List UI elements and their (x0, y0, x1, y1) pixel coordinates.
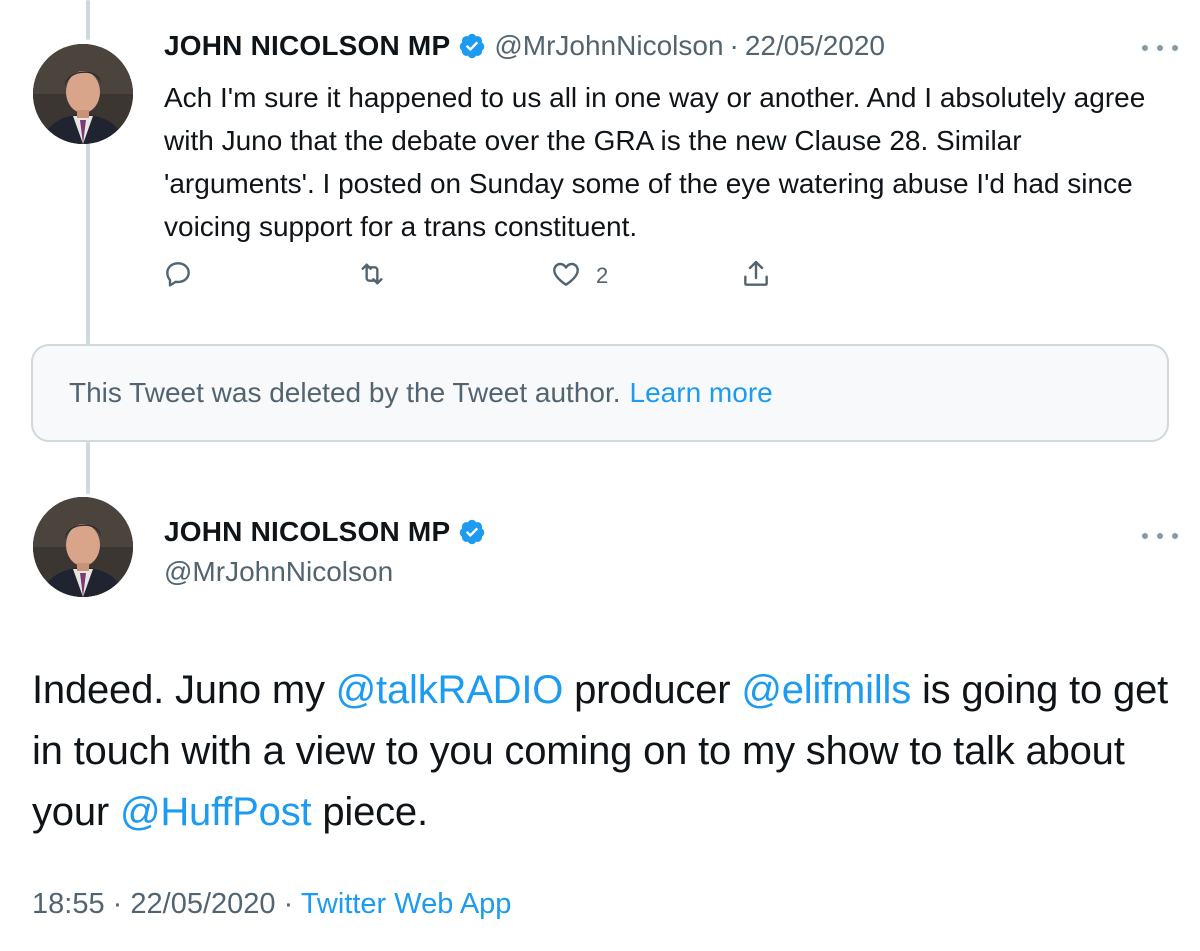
tweet-text: Indeed. Juno my @talkRADIO producer @eli… (32, 660, 1182, 843)
avatar[interactable] (33, 44, 133, 144)
author-name[interactable]: JOHN NICOLSON MP (164, 30, 450, 62)
text-segment: producer (563, 668, 742, 712)
reply-icon (166, 262, 190, 287)
tweet-text: Ach I'm sure it happened to us all in on… (164, 82, 1146, 242)
retweet-button[interactable] (356, 258, 388, 290)
learn-more-link[interactable]: Learn more (630, 377, 773, 409)
tweet-actions: 2 (0, 258, 1200, 298)
mention-link[interactable]: @HuffPost (120, 790, 312, 834)
separator: · (283, 888, 294, 920)
thread-line (86, 0, 90, 40)
more-icon[interactable] (1142, 40, 1178, 56)
author-handle[interactable]: @MrJohnNicolson (494, 30, 723, 62)
separator: · (729, 30, 739, 61)
verified-badge-icon (460, 33, 485, 59)
author-name[interactable]: JOHN NICOLSON MP (164, 516, 450, 548)
thread-line (86, 140, 90, 345)
deleted-message: This Tweet was deleted by the Tweet auth… (69, 377, 621, 408)
retweet-icon (361, 263, 383, 285)
verified-badge-icon (460, 519, 485, 545)
tweet-date[interactable]: 22/05/2020 (745, 30, 885, 62)
deleted-tweet-notice: This Tweet was deleted by the Tweet auth… (31, 344, 1169, 442)
source-app-link[interactable]: Twitter Web App (301, 888, 512, 920)
tweet-meta: 18:55 · 22/05/2020 · Twitter Web App (32, 888, 511, 921)
share-icon (744, 260, 768, 286)
more-icon[interactable] (1142, 528, 1178, 544)
avatar[interactable] (33, 497, 133, 597)
share-button[interactable] (740, 258, 772, 290)
like-icon (553, 262, 579, 286)
mention-link[interactable]: @elifmills (741, 668, 911, 712)
tweet-date[interactable]: 22/05/2020 (130, 888, 275, 920)
text-segment: Indeed. Juno my (32, 668, 336, 712)
tweet-header: JOHN NICOLSON MP (164, 516, 494, 548)
separator: · (112, 888, 123, 920)
like-count: 2 (596, 263, 609, 288)
author-handle[interactable]: @MrJohnNicolson (164, 556, 393, 588)
tweet-header: JOHN NICOLSON MP @MrJohnNicolson · 22/05… (164, 30, 885, 62)
like-button[interactable]: 2 (550, 258, 608, 290)
mention-link[interactable]: @talkRADIO (336, 668, 564, 712)
reply-button[interactable] (162, 258, 194, 290)
tweet-time[interactable]: 18:55 (32, 888, 105, 920)
text-segment: piece. (311, 790, 428, 834)
thread-line (86, 442, 90, 494)
